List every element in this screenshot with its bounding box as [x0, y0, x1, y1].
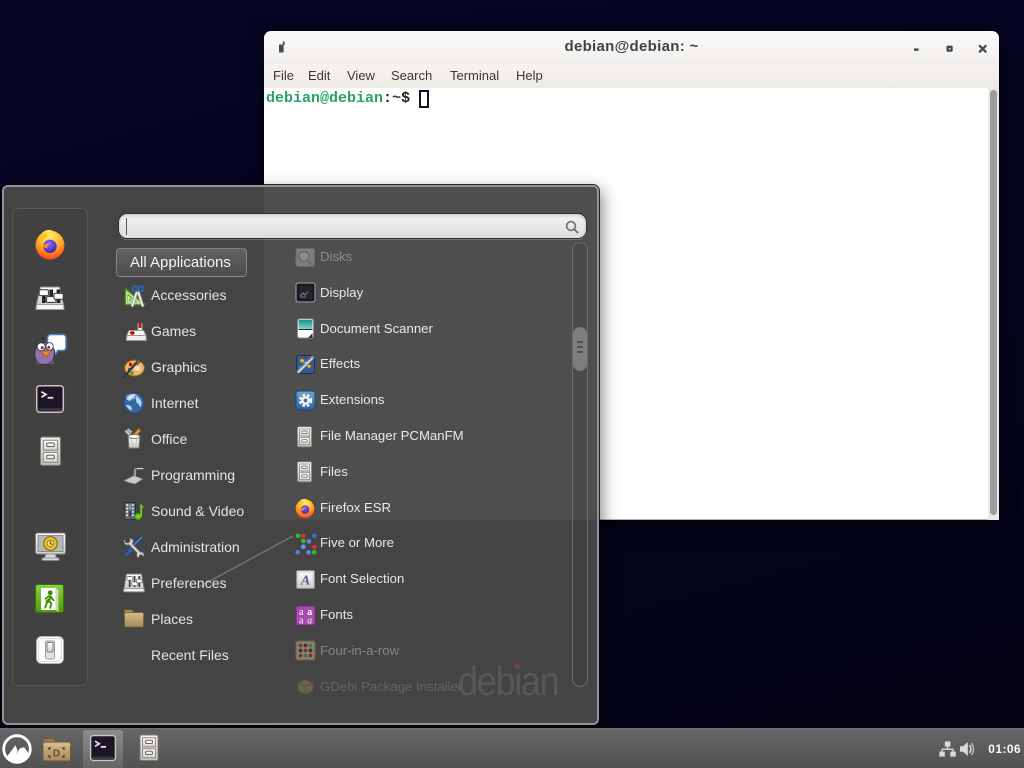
svg-text:D: D [53, 749, 60, 760]
svg-text:a: a [299, 615, 304, 626]
svg-text:a: a [307, 615, 312, 626]
svg-text:A: A [300, 573, 310, 588]
